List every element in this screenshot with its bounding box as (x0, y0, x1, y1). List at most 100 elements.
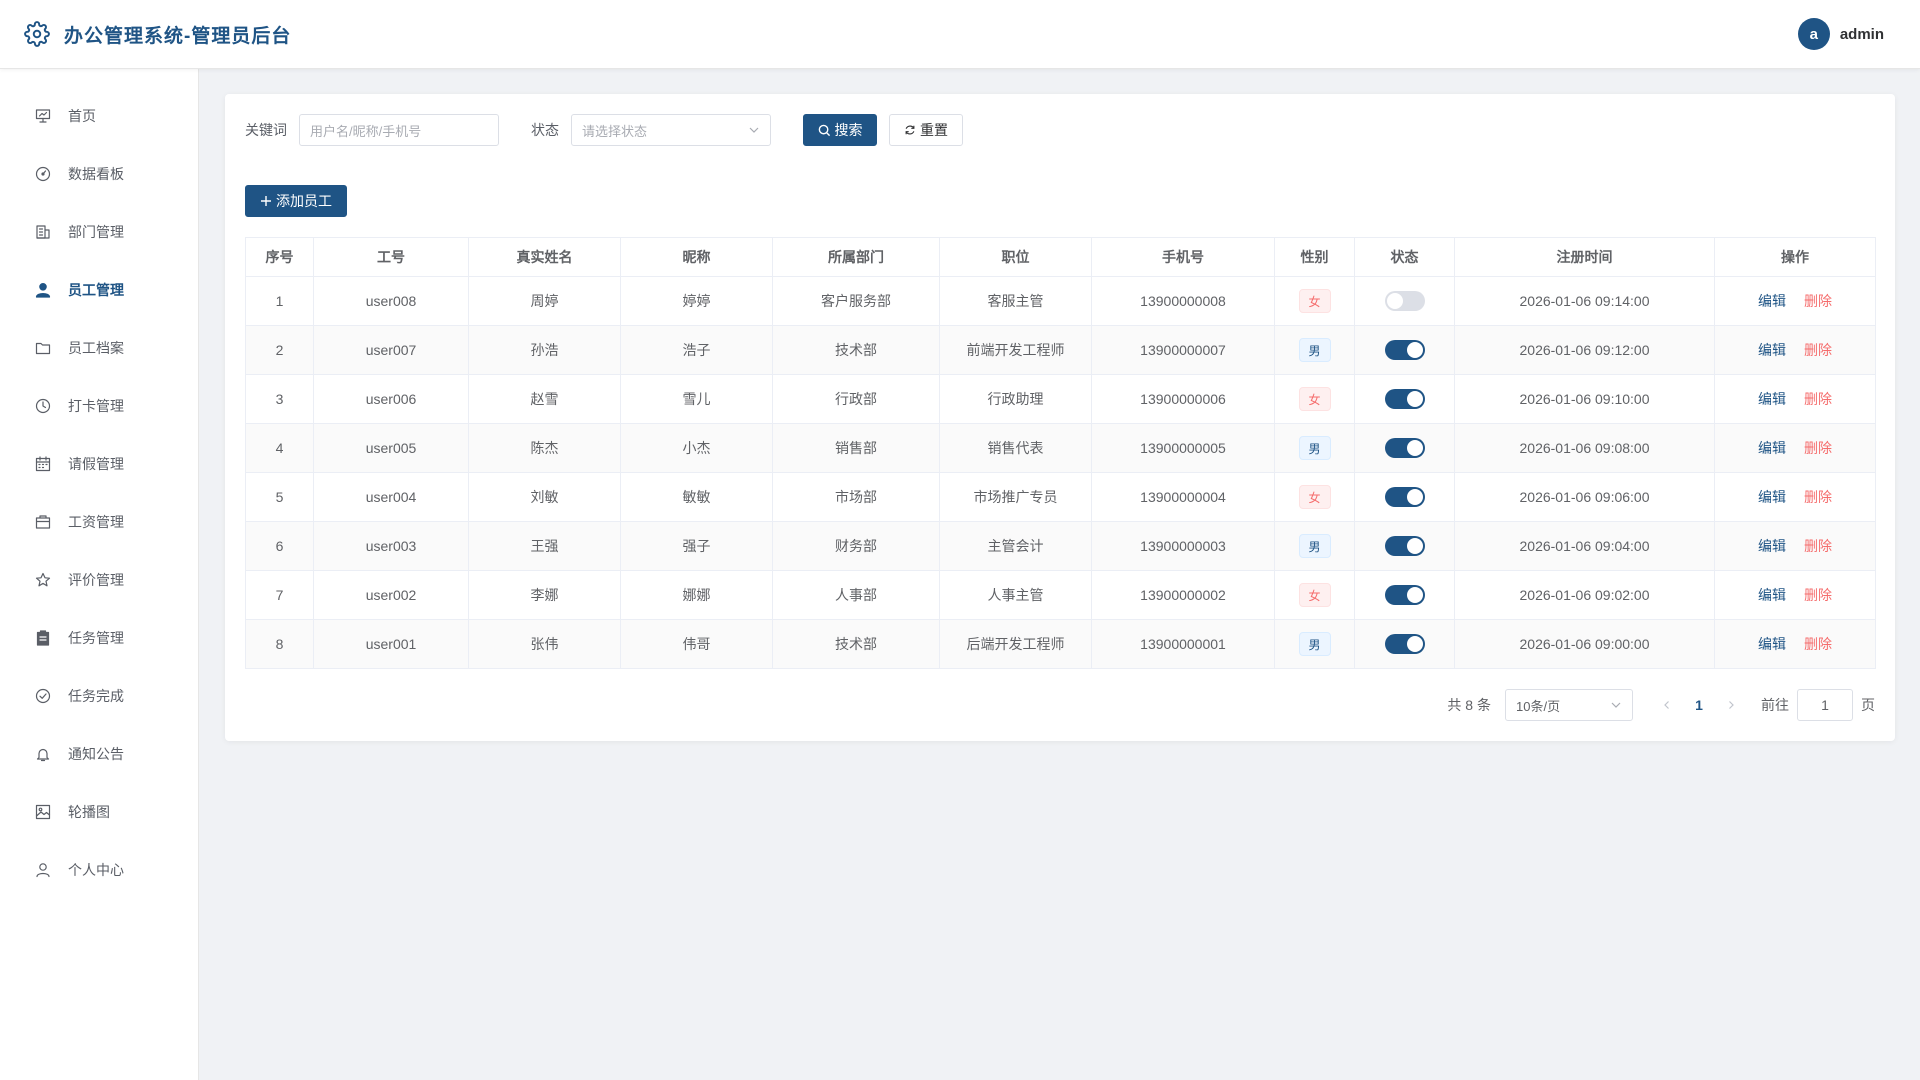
cell-id: user003 (313, 521, 469, 571)
filter-bar: 关键词 用户名/昵称/手机号 状态 请选择状态 搜索 重置 (245, 114, 963, 146)
reset-button[interactable]: 重置 (889, 114, 963, 146)
table-row: 3 user006 赵雪 雪儿 行政部 行政助理 13900000006 女 2026-01-0… (245, 374, 1876, 424)
column-header: 职位 (939, 237, 1092, 277)
pagination-total: 共 8 条 (1447, 697, 1491, 713)
status-toggle[interactable] (1384, 487, 1425, 507)
status-toggle[interactable] (1384, 634, 1425, 654)
next-page-button[interactable] (1715, 697, 1747, 713)
sidebar-item-2[interactable]: 部门管理 (0, 203, 198, 261)
page-number[interactable]: 1 (1683, 697, 1715, 713)
page-suffix: 页 (1861, 697, 1875, 713)
sidebar-item-9[interactable]: 任务管理 (0, 609, 198, 667)
cell-registered: 2026-01-06 09:08:00 (1454, 423, 1715, 473)
cell-gender: 男 (1274, 423, 1355, 473)
cell-phone: 13900000007 (1091, 325, 1275, 375)
delete-button[interactable]: 删除 (1804, 538, 1832, 554)
building-icon (34, 223, 52, 241)
delete-button[interactable]: 删除 (1804, 391, 1832, 407)
page-size-select[interactable]: 10条/页 (1505, 689, 1633, 721)
cell-registered: 2026-01-06 09:04:00 (1454, 521, 1715, 571)
status-toggle[interactable] (1384, 438, 1425, 458)
cell-name: 王强 (468, 521, 621, 571)
column-header: 真实姓名 (468, 237, 621, 277)
status-label: 状态 (531, 122, 559, 138)
cell-gender: 男 (1274, 325, 1355, 375)
edit-button[interactable]: 编辑 (1758, 293, 1786, 309)
column-header: 序号 (245, 237, 314, 277)
edit-button[interactable]: 编辑 (1758, 489, 1786, 505)
sidebar-item-label: 通知公告 (68, 746, 124, 762)
column-header: 注册时间 (1454, 237, 1715, 277)
cell-status (1354, 521, 1455, 571)
sidebar-item-4[interactable]: 员工档案 (0, 319, 198, 377)
user-outline-icon (34, 861, 52, 879)
cell-gender: 女 (1274, 570, 1355, 620)
cell-status (1354, 570, 1455, 620)
status-toggle[interactable] (1384, 389, 1425, 409)
goto-page-input[interactable] (1797, 689, 1853, 721)
cell-position: 销售代表 (939, 423, 1092, 473)
keyword-input[interactable]: 用户名/昵称/手机号 (299, 114, 499, 146)
cell-no: 4 (245, 423, 314, 473)
sidebar-item-0[interactable]: 首页 (0, 87, 198, 145)
sidebar-item-13[interactable]: 个人中心 (0, 841, 198, 899)
edit-button[interactable]: 编辑 (1758, 538, 1786, 554)
sidebar-item-10[interactable]: 任务完成 (0, 667, 198, 725)
cell-gender: 女 (1274, 374, 1355, 424)
edit-button[interactable]: 编辑 (1758, 391, 1786, 407)
sidebar-item-5[interactable]: 打卡管理 (0, 377, 198, 435)
goto-label: 前往 (1761, 697, 1789, 713)
sidebar-item-11[interactable]: 通知公告 (0, 725, 198, 783)
delete-button[interactable]: 删除 (1804, 342, 1832, 358)
delete-button[interactable]: 删除 (1804, 587, 1832, 603)
toggle-knob (1406, 538, 1423, 554)
edit-button[interactable]: 编辑 (1758, 440, 1786, 456)
gender-tag: 女 (1298, 485, 1331, 509)
cell-phone: 13900000002 (1091, 570, 1275, 620)
sidebar-item-3[interactable]: 员工管理 (0, 261, 198, 319)
chevron-down-icon (1611, 702, 1621, 708)
sidebar-item-12[interactable]: 轮播图 (0, 783, 198, 841)
table-row: 1 user008 周婷 婷婷 客户服务部 客服主管 13900000008 女 2026-01… (245, 276, 1876, 326)
cell-nickname: 强子 (620, 521, 773, 571)
delete-button[interactable]: 删除 (1804, 293, 1832, 309)
prev-page-button[interactable] (1651, 697, 1683, 713)
delete-button[interactable]: 删除 (1804, 440, 1832, 456)
cell-name: 孙浩 (468, 325, 621, 375)
employee-table: 序号 工号 真实姓名 昵称 所属部门 职位 手机号 性别 状态 注册时间 操作 1 user008 周婷… (245, 237, 1876, 669)
cell-position: 前端开发工程师 (939, 325, 1092, 375)
sidebar-item-7[interactable]: 工资管理 (0, 493, 198, 551)
delete-button[interactable]: 删除 (1804, 636, 1832, 652)
edit-button[interactable]: 编辑 (1758, 587, 1786, 603)
table-row: 8 user001 张伟 伟哥 技术部 后端开发工程师 13900000001 男 2026-0… (245, 619, 1876, 669)
status-toggle[interactable] (1384, 585, 1425, 605)
cell-id: user004 (313, 472, 469, 522)
column-header: 昵称 (620, 237, 773, 277)
cell-dept: 人事部 (772, 570, 940, 620)
sidebar-item-8[interactable]: 评价管理 (0, 551, 198, 609)
sidebar-item-label: 员工管理 (68, 282, 124, 298)
status-toggle[interactable] (1384, 536, 1425, 556)
add-employee-button[interactable]: 添加员工 (245, 185, 347, 217)
edit-button[interactable]: 编辑 (1758, 636, 1786, 652)
cell-no: 8 (245, 619, 314, 669)
username[interactable]: admin (1840, 26, 1884, 43)
cell-registered: 2026-01-06 09:00:00 (1454, 619, 1715, 669)
gender-tag: 男 (1298, 436, 1331, 460)
sidebar-item-1[interactable]: 数据看板 (0, 145, 198, 203)
status-toggle[interactable] (1384, 340, 1425, 360)
cell-id: user005 (313, 423, 469, 473)
cell-registered: 2026-01-06 09:12:00 (1454, 325, 1715, 375)
delete-button[interactable]: 删除 (1804, 489, 1832, 505)
sidebar-item-6[interactable]: 请假管理 (0, 435, 198, 493)
avatar[interactable]: a (1797, 18, 1830, 50)
search-button-label: 搜索 (834, 122, 863, 138)
status-select[interactable]: 请选择状态 (571, 114, 771, 146)
search-button[interactable]: 搜索 (803, 114, 877, 146)
edit-button[interactable]: 编辑 (1758, 342, 1786, 358)
cell-status (1354, 472, 1455, 522)
user-menu[interactable]: a admin (1797, 18, 1884, 50)
status-toggle[interactable] (1384, 291, 1425, 311)
cell-id: user001 (313, 619, 469, 669)
sidebar-item-label: 评价管理 (68, 572, 124, 588)
